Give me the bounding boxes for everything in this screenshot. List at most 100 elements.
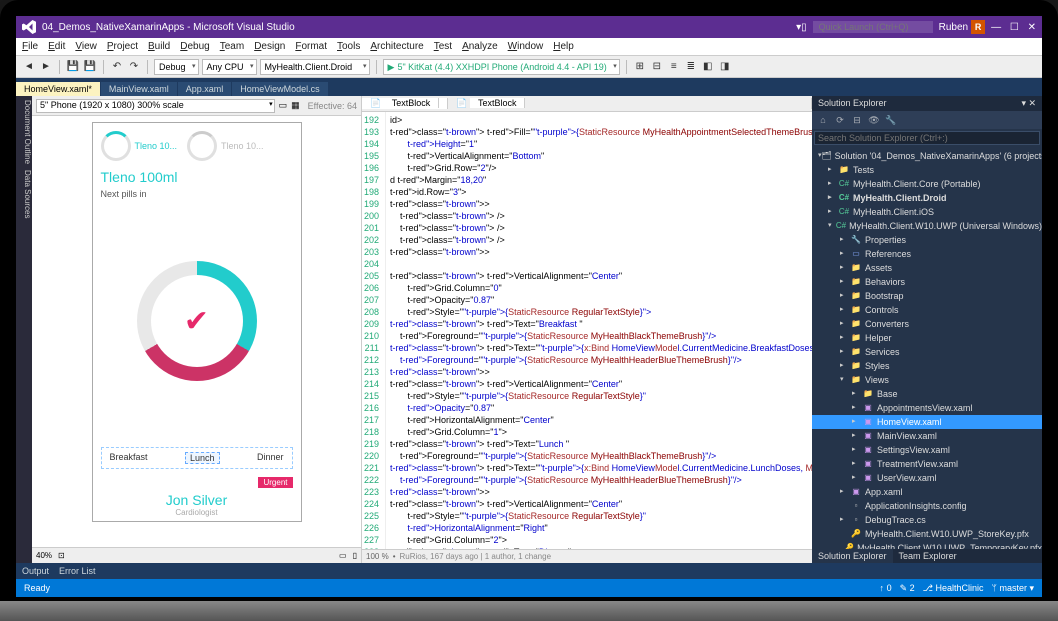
- tb-i4[interactable]: ≣: [684, 60, 698, 74]
- menu-debug[interactable]: Debug: [180, 41, 209, 52]
- tb-i5[interactable]: ◧: [701, 60, 715, 74]
- sol-tab[interactable]: Team Explorer: [893, 549, 963, 563]
- menu-help[interactable]: Help: [553, 41, 574, 52]
- minimize-icon[interactable]: —: [991, 22, 1001, 33]
- tree-node[interactable]: ▸▣TreatmentView.xaml: [812, 457, 1042, 471]
- bottom-tab[interactable]: Output: [22, 566, 49, 576]
- user-avatar[interactable]: R: [971, 20, 985, 34]
- tree-node[interactable]: ▾📁Views: [812, 373, 1042, 387]
- sol-root[interactable]: ▾🗂Solution '04_Demos_NativeXamarinApps' …: [812, 149, 1042, 163]
- menu-test[interactable]: Test: [434, 41, 452, 52]
- menu-edit[interactable]: Edit: [48, 41, 65, 52]
- menu-team[interactable]: Team: [220, 41, 244, 52]
- sol-pin-icon[interactable]: ▾ ✕: [1021, 98, 1036, 109]
- menu-build[interactable]: Build: [148, 41, 170, 52]
- sol-prop-icon[interactable]: 🔧: [884, 115, 898, 126]
- maximize-icon[interactable]: ☐: [1010, 22, 1019, 33]
- menu-architecture[interactable]: Architecture: [370, 41, 423, 52]
- tree-node[interactable]: ▸📁Controls: [812, 303, 1042, 317]
- tree-node[interactable]: ▸📁Assets: [812, 261, 1042, 275]
- menu-design[interactable]: Design: [254, 41, 285, 52]
- tree-node[interactable]: ▸▣SettingsView.xaml: [812, 443, 1042, 457]
- saveall-icon[interactable]: 💾: [83, 60, 97, 74]
- tb-i6[interactable]: ◨: [718, 60, 732, 74]
- solution-tree[interactable]: ▾🗂Solution '04_Demos_NativeXamarinApps' …: [812, 147, 1042, 549]
- status-branch[interactable]: ᛘ master ▾: [992, 583, 1034, 594]
- left-rail[interactable]: Document Outline Data Sources: [16, 96, 32, 563]
- sol-refresh-icon[interactable]: ⟳: [833, 115, 847, 126]
- tb-i2[interactable]: ⊟: [650, 60, 664, 74]
- tree-node[interactable]: ▸C#MyHealth.Client.iOS: [812, 205, 1042, 219]
- status-repo[interactable]: ⎇ HealthClinic: [923, 583, 984, 594]
- tree-node[interactable]: 🔑MyHealth.Client.W10.UWP_TemporaryKey.pf…: [812, 541, 1042, 549]
- tree-node[interactable]: 🔑MyHealth.Client.W10.UWP_StoreKey.pfx: [812, 527, 1042, 541]
- doc-tab[interactable]: MainView.xaml: [101, 82, 177, 96]
- tree-node[interactable]: ▸📁Behaviors: [812, 275, 1042, 289]
- quick-launch-input[interactable]: [813, 21, 933, 33]
- menu-window[interactable]: Window: [508, 41, 544, 52]
- menu-tools[interactable]: Tools: [337, 41, 360, 52]
- split-v-icon[interactable]: ▯: [353, 551, 357, 560]
- bottom-tabs[interactable]: OutputError List: [16, 563, 1042, 579]
- tree-node[interactable]: ▸📁Converters: [812, 317, 1042, 331]
- tree-node[interactable]: ▾C#MyHealth.Client.W10.UWP (Universal Wi…: [812, 219, 1042, 233]
- menu-analyze[interactable]: Analyze: [462, 41, 498, 52]
- run-button[interactable]: 5" KitKat (4.4) XXHDPI Phone (Android 4.…: [383, 59, 620, 75]
- tree-node[interactable]: ▸📁Services: [812, 345, 1042, 359]
- device-dropdown[interactable]: 5" Phone (1920 x 1080) 300% scale: [36, 99, 275, 113]
- code-text[interactable]: id> t-red">class="t-brown"> t-red">Fill=…: [386, 112, 812, 549]
- code-combo-left[interactable]: 📄 TextBlock: [362, 98, 448, 109]
- sol-showall-icon[interactable]: 👁: [867, 115, 881, 126]
- phone-preview[interactable]: Tleno 10... Tleno 10... Tleno 100ml Next…: [92, 122, 302, 522]
- back-icon[interactable]: ◄: [22, 60, 36, 74]
- code-combo-right[interactable]: 📄 TextBlock: [448, 98, 812, 109]
- sol-tab[interactable]: Solution Explorer: [812, 549, 893, 563]
- redo-icon[interactable]: ↷: [127, 60, 141, 74]
- tree-node[interactable]: ▸▣AppointmentsView.xaml: [812, 401, 1042, 415]
- rail-tab[interactable]: Data Sources: [16, 170, 32, 218]
- save-icon[interactable]: 💾: [66, 60, 80, 74]
- tree-node[interactable]: ▸🔧Properties: [812, 233, 1042, 247]
- tree-node[interactable]: ▸📁Bootstrap: [812, 289, 1042, 303]
- zoom-label[interactable]: 40%: [36, 551, 52, 560]
- sol-search-input[interactable]: [814, 131, 1040, 145]
- tree-node[interactable]: ▸▫DebugTrace.cs: [812, 513, 1042, 527]
- sol-collapse-icon[interactable]: ⊟: [850, 115, 864, 126]
- tree-node[interactable]: ▸📁Base: [812, 387, 1042, 401]
- sol-home-icon[interactable]: ⌂: [816, 115, 830, 125]
- split-h-icon[interactable]: ▭: [339, 551, 347, 560]
- tb-i1[interactable]: ⊞: [633, 60, 647, 74]
- tb-i3[interactable]: ≡: [667, 60, 681, 74]
- user-name[interactable]: Ruben: [939, 22, 968, 33]
- tree-node[interactable]: ▸▣HomeView.xaml: [812, 415, 1042, 429]
- doc-tab[interactable]: HomeView.xaml*: [16, 82, 100, 96]
- meals-row[interactable]: Breakfast Lunch Dinner: [101, 447, 293, 469]
- rail-tab[interactable]: Document Outline: [16, 100, 32, 164]
- fit-icon[interactable]: ⊡: [58, 551, 65, 560]
- orient-icon[interactable]: ▭: [279, 100, 288, 111]
- tree-node[interactable]: ▸▣UserView.xaml: [812, 471, 1042, 485]
- code-editor[interactable]: 192 193 194 195 196 197 198 199 200 201 …: [362, 112, 812, 549]
- close-icon[interactable]: ✕: [1028, 22, 1036, 33]
- config-dropdown[interactable]: Debug: [154, 59, 199, 75]
- sol-bottom-tabs[interactable]: Solution ExplorerTeam Explorer: [812, 549, 1042, 563]
- menu-view[interactable]: View: [75, 41, 97, 52]
- grid-icon[interactable]: ▦: [291, 100, 300, 111]
- tree-node[interactable]: ▸📁Styles: [812, 359, 1042, 373]
- platform-dropdown[interactable]: Any CPU: [202, 59, 257, 75]
- doc-tab[interactable]: HomeViewModel.cs: [232, 82, 327, 96]
- menu-project[interactable]: Project: [107, 41, 138, 52]
- tree-node[interactable]: ▸C#MyHealth.Client.Core (Portable): [812, 177, 1042, 191]
- tree-node[interactable]: ▸📁Helper: [812, 331, 1042, 345]
- tree-node[interactable]: ▸▣MainView.xaml: [812, 429, 1042, 443]
- tree-node[interactable]: ▸C#MyHealth.Client.Droid: [812, 191, 1042, 205]
- menu-file[interactable]: File: [22, 41, 38, 52]
- fwd-icon[interactable]: ►: [39, 60, 53, 74]
- notify-icon[interactable]: ▾▯: [796, 22, 807, 33]
- tree-node[interactable]: ▸▣App.xaml: [812, 485, 1042, 499]
- tree-node[interactable]: ▸📁Tests: [812, 163, 1042, 177]
- status-pending[interactable]: ✎ 2: [900, 583, 915, 594]
- zoom-code[interactable]: 100 %: [366, 552, 389, 561]
- doc-tab[interactable]: App.xaml: [178, 82, 232, 96]
- meal-lunch[interactable]: Lunch: [185, 452, 220, 464]
